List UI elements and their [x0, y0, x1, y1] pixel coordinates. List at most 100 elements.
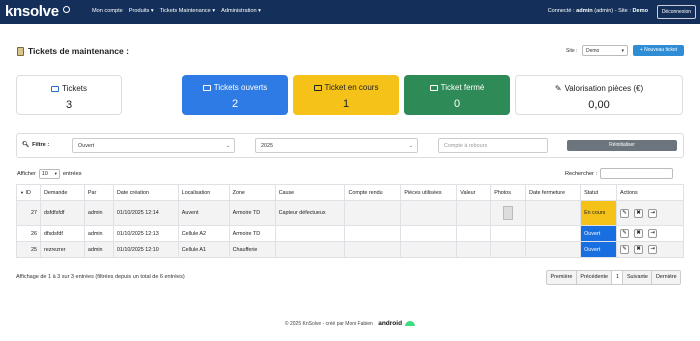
ticket-icon: [202, 84, 211, 91]
chevron-down-icon: ▾: [621, 48, 624, 54]
column-header-par[interactable]: Par: [83, 184, 114, 201]
cell-pieces: [400, 200, 458, 226]
column-header-statut[interactable]: Statut: [580, 184, 618, 201]
export-icon[interactable]: ⇥: [648, 229, 658, 238]
cell-date-fermeture: [525, 225, 582, 242]
card-ferme-value: 0: [453, 98, 461, 110]
column-header-valeur[interactable]: Valeur: [456, 184, 492, 201]
year-filter-value: 2025: [261, 143, 273, 149]
cell-demande: dfsdsfdf: [39, 225, 85, 242]
android-icon: [405, 321, 416, 327]
cell-demande: dsfdfsfdf: [39, 200, 85, 226]
column-header-cause[interactable]: Cause: [274, 184, 346, 201]
cell-id: 25: [16, 241, 41, 258]
cell-photos: [490, 225, 527, 242]
nav-item-produits[interactable]: Produits ▾: [129, 8, 154, 14]
export-icon[interactable]: ⇥: [648, 245, 658, 254]
export-icon[interactable]: ⇥: [648, 208, 658, 218]
table-row[interactable]: 26 dfsdsfdf admin 01/10/2025 12:13 Cellu…: [16, 225, 684, 242]
search-input[interactable]: [600, 168, 674, 179]
reset-filter-button[interactable]: Réinitialiser: [567, 140, 677, 151]
cell-zone: Armoire TD: [228, 200, 276, 226]
filter-label: 🔍︎ Filtre :: [22, 142, 49, 148]
column-header-zone[interactable]: Zone: [228, 184, 276, 201]
edit-icon[interactable]: ✎: [620, 208, 630, 218]
cell-date-creation: 01/10/2025 12:14: [112, 200, 179, 226]
brand-logo[interactable]: knsolve: [5, 3, 70, 21]
pager-next[interactable]: Suivante: [623, 271, 653, 284]
edit-icon[interactable]: ✎: [620, 245, 630, 254]
nav-menu: Mon compte Produits ▾ Tickets Maintenanc…: [92, 8, 261, 14]
cell-par: admin: [83, 225, 114, 242]
table-row[interactable]: 27 dsfdfsfdf admin 01/10/2025 12:14 Auve…: [16, 200, 684, 226]
new-ticket-button[interactable]: + Nouveau ticket: [633, 45, 684, 56]
cell-actions: ✎ ✖ ⇥: [616, 225, 684, 242]
nav-item-administration[interactable]: Administration ▾: [221, 8, 261, 14]
cell-actions: ✎ ✖ ⇥: [616, 200, 684, 226]
cell-date-creation: 01/10/2025 12:13: [112, 225, 179, 242]
chevron-down-icon: ⌄: [225, 143, 230, 149]
card-tickets-label: Tickets: [61, 84, 88, 93]
nav-item-tickets-maintenance[interactable]: Tickets Maintenance ▾: [160, 8, 215, 14]
year-filter-select[interactable]: 2025 ⌄: [255, 138, 418, 153]
card-valorisation: ✎ Valorisation pièces (€) 0,00: [515, 75, 683, 115]
card-valorisation-value: 0,00: [588, 99, 610, 111]
pager-last[interactable]: Dernière: [652, 271, 680, 284]
card-valorisation-label: Valorisation pièces (€): [564, 84, 644, 93]
cell-date-fermeture: [525, 241, 582, 258]
sort-desc-icon: ▼: [20, 189, 24, 195]
cell-valeur: [456, 241, 492, 258]
column-header-id[interactable]: ▼ ID: [16, 184, 41, 201]
delete-icon[interactable]: ✖: [634, 245, 644, 254]
cell-valeur: [456, 225, 492, 242]
column-header-localisation[interactable]: Localisation: [177, 184, 230, 201]
column-header-actions: Actions: [616, 184, 684, 201]
logout-button[interactable]: Déconnexion: [656, 5, 696, 19]
pagination: Première Précédente 1 Suivante Dernière: [546, 270, 682, 285]
cell-demande: rezrezrer: [39, 241, 85, 258]
status-filter-select[interactable]: Ouvert ⌄: [72, 138, 235, 153]
countdown-input[interactable]: Compte à rebours: [438, 138, 548, 153]
pager-page-1[interactable]: 1: [612, 271, 624, 284]
column-header-pieces[interactable]: Pièces utilisées: [400, 184, 458, 201]
card-ticket-ferme[interactable]: Ticket fermé 0: [404, 75, 510, 115]
column-header-demande[interactable]: Demande: [39, 184, 85, 201]
delete-icon[interactable]: ✖: [634, 208, 644, 218]
column-header-photos[interactable]: Photos: [490, 184, 527, 201]
card-tickets-value: 3: [65, 99, 73, 111]
card-en-cours-value: 1: [342, 98, 350, 110]
column-id-label: ID: [25, 189, 31, 196]
cell-zone: Chaufferie: [228, 241, 276, 258]
cell-actions: ✎ ✖ ⇥: [616, 241, 684, 258]
card-tickets[interactable]: Tickets 3: [16, 75, 122, 115]
length-select[interactable]: 10 ▾: [38, 169, 60, 179]
photo-thumbnail[interactable]: [503, 206, 514, 220]
table-info: Affichage de 1 à 3 sur 3 entrées (filtré…: [16, 274, 185, 280]
ticket-icon: [429, 84, 438, 91]
card-tickets-ouverts[interactable]: Tickets ouverts 2: [182, 75, 288, 115]
nav-item-mon-compte[interactable]: Mon compte: [92, 8, 123, 14]
card-ouverts-label: Tickets ouverts: [213, 83, 268, 92]
pager-previous[interactable]: Précédente: [577, 271, 613, 284]
status-badge: Ouvert: [580, 241, 618, 258]
cell-compte-rendu: [344, 200, 402, 226]
filter-label-text: Filtre :: [32, 142, 50, 148]
column-header-date-creation[interactable]: Date création: [112, 184, 179, 201]
cell-localisation: Auvent: [177, 200, 230, 226]
chevron-down-icon: ▾: [54, 171, 57, 176]
table-row[interactable]: 25 rezrezrer admin 01/10/2025 12:10 Cell…: [16, 241, 684, 258]
column-header-compte-rendu[interactable]: Compte rendu: [344, 184, 402, 201]
status-filter-value: Ouvert: [78, 143, 95, 149]
android-logo: android: [378, 320, 403, 327]
site-select[interactable]: Demo ▾: [582, 45, 628, 56]
delete-icon[interactable]: ✖: [634, 229, 644, 238]
ticket-icon: [313, 84, 322, 91]
edit-icon[interactable]: ✎: [620, 229, 630, 238]
card-ticket-en-cours[interactable]: Ticket en cours 1: [293, 75, 399, 115]
column-header-date-fermeture[interactable]: Date fermeture: [525, 184, 582, 201]
pager-first[interactable]: Première: [547, 271, 577, 284]
cell-date-creation: 01/10/2025 12:10: [112, 241, 179, 258]
table-search: Rechercher :: [565, 168, 674, 179]
cell-photos: [490, 241, 527, 258]
page-title-text: Tickets de maintenance :: [28, 46, 129, 56]
